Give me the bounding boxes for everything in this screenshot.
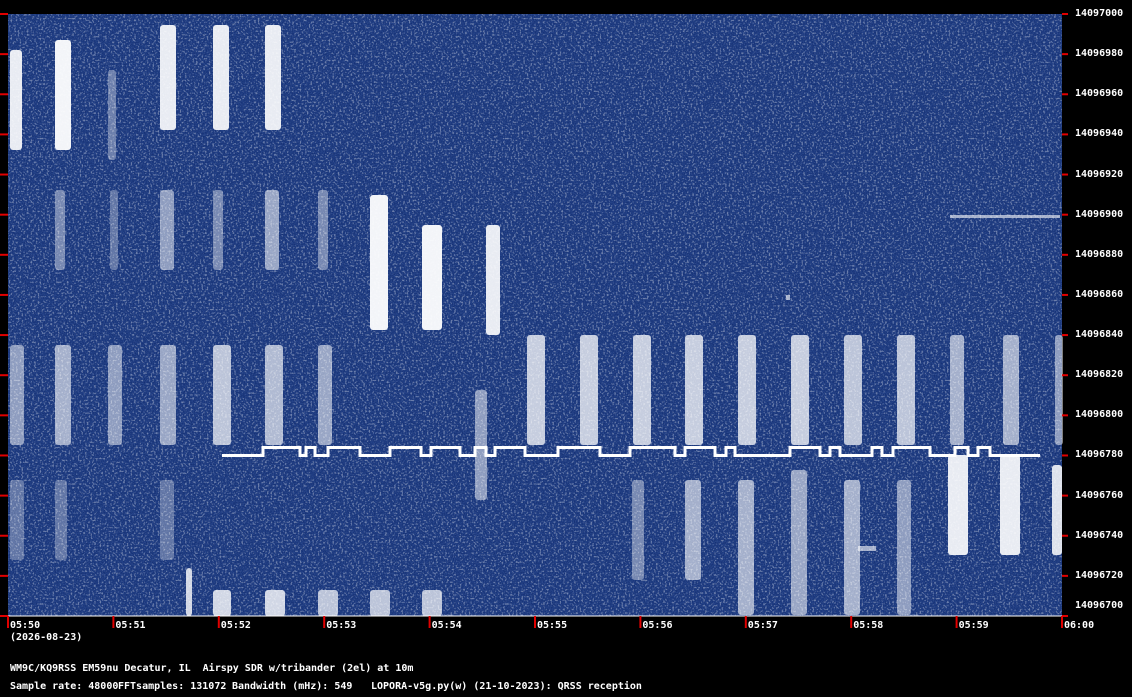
y-tick-label: 14096700 — [1075, 600, 1124, 611]
x-tick-label: 05:50 — [10, 620, 41, 631]
x-tick-label: 05:56 — [642, 620, 673, 631]
waterfall-spectrogram — [0, 13, 1068, 628]
plot-speckle — [8, 14, 1062, 616]
x-tick-label: 05:51 — [115, 620, 146, 631]
x-tick-label: 06:00 — [1064, 620, 1095, 631]
y-tick-label: 14096780 — [1075, 449, 1124, 461]
y-tick-label: 14096880 — [1075, 248, 1124, 260]
y-tick-label: 14096840 — [1075, 329, 1124, 341]
y-tick-label: 14097000 — [1075, 8, 1124, 19]
y-tick-label: 14096860 — [1075, 288, 1124, 300]
y-tick-label: 14096760 — [1075, 489, 1124, 501]
y-tick-label: 14096920 — [1075, 168, 1124, 180]
x-tick-label: 05:53 — [326, 620, 357, 631]
y-tick-label: 14096940 — [1075, 128, 1124, 140]
x-tick-label: 05:54 — [431, 620, 462, 631]
x-ticks — [7, 616, 1063, 628]
y-tick-label: 14096800 — [1075, 409, 1124, 421]
x-tick-label: 05:58 — [853, 620, 884, 631]
x-tick-label: 05:59 — [958, 620, 989, 631]
y-tick-label: 14096740 — [1075, 529, 1124, 541]
x-tick-label: 05:55 — [537, 620, 568, 631]
station-info: WM9C/KQ9RSS EM59nu Decatur, IL Airspy SD… — [10, 663, 414, 674]
y-tick-label: 14096820 — [1075, 369, 1124, 381]
y-tick-label: 14096720 — [1075, 569, 1124, 581]
sample-rate: Sample rate: 48000 — [10, 681, 119, 692]
date-label: (2026-08-23) — [10, 632, 83, 643]
bandwidth: Bandwidth (mHz): 549 — [232, 681, 353, 692]
x-tick-label: 05:57 — [747, 620, 778, 631]
x-tick-label: 05:52 — [220, 620, 251, 631]
y-tick-label: 14096900 — [1075, 208, 1124, 220]
fft-samples: FFTsamples: 131072 — [118, 681, 227, 692]
software-info: LOPORA-v5g.py(w) (21-10-2023): QRSS rece… — [371, 681, 642, 692]
y-tick-label: 14096960 — [1075, 88, 1124, 100]
y-tick-label: 14096980 — [1075, 48, 1124, 60]
